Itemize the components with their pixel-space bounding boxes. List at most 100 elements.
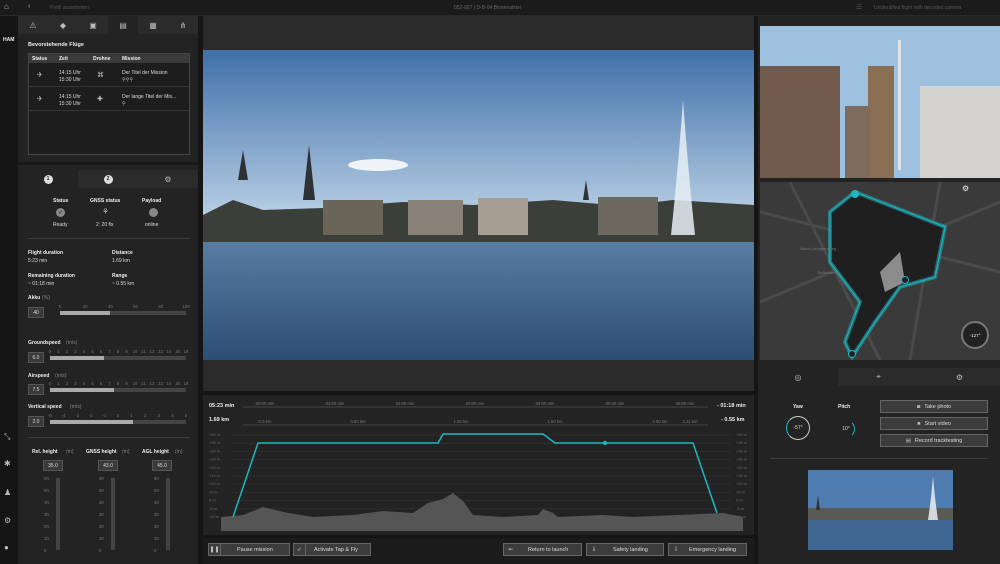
groundspeed-unit: (m/s): [66, 340, 78, 346]
height-tick: 10: [99, 536, 104, 541]
airspeed-fill: [50, 388, 114, 392]
back-arrow-icon[interactable]: ‹: [28, 3, 30, 10]
tick: -3: [75, 413, 80, 418]
tab-settings-icon[interactable]: ⚙: [138, 170, 198, 188]
tick: 4: [82, 349, 86, 354]
tick: 2: [143, 413, 147, 418]
vspeed-fill: [50, 420, 133, 424]
altitude-tick: +40 m: [209, 432, 221, 437]
tick: 3: [74, 381, 77, 386]
altitude-profile-chart[interactable]: 00:00 min 01:00 min 02:00 min 03:00 min 04:0…: [203, 395, 754, 535]
payload-value: online: [145, 222, 159, 228]
yaw-value: -57°: [793, 425, 803, 431]
distance-value: 1.69 km: [112, 258, 130, 264]
record-label: Record tracktesting: [914, 437, 963, 444]
table-header: Status Zeit Drohne Mission: [29, 54, 189, 63]
panel-tabs: ⚠ ◆ ▣ ▤ ▦ ⋔: [18, 16, 198, 34]
altitude-tick: -5 m: [736, 506, 745, 511]
tick: 20: [82, 304, 88, 309]
altitude-tick: +35 m: [736, 440, 748, 445]
return-to-launch-button[interactable]: ⇤ Return to launch: [503, 543, 582, 556]
rtl-label: Return to launch: [528, 546, 569, 553]
akku-value: 40: [28, 307, 44, 318]
sidebar: ⌂ HAM ⤡ ✱ ♟ ⚙ ●: [0, 2, 18, 564]
altitude-tick: +25 m: [209, 457, 221, 462]
pause-mission-button[interactable]: ❚❚ Pause mission: [208, 543, 290, 556]
emergency-landing-button[interactable]: ⇩ Emergency landing: [668, 543, 747, 556]
tab-2[interactable]: 2: [78, 170, 138, 188]
height-tick: 50: [44, 488, 49, 493]
tab-1[interactable]: 1: [18, 170, 78, 188]
pitch-dial[interactable]: 10°: [837, 420, 855, 438]
height-tick: 0: [99, 548, 102, 553]
altitude-tick: +35 m: [209, 440, 221, 445]
map-settings-icon[interactable]: ⚙: [962, 184, 969, 193]
list-icon[interactable]: ☰: [856, 3, 862, 11]
rel-height-value: 35.0: [43, 460, 63, 471]
table-row[interactable]: ✈ 14:15 Uhr 15:30 Uhr ⌘ Der Titel der Mi…: [29, 65, 189, 87]
home-icon[interactable]: ⌂: [4, 2, 9, 11]
breadcrumb[interactable]: Profil ausarbeiten: [50, 5, 89, 11]
take-photo-button[interactable]: ◙ Take photo: [880, 400, 988, 413]
altitude-tick: 0 m: [736, 498, 743, 503]
bug-icon[interactable]: ✱: [4, 459, 11, 468]
tick: 40: [108, 304, 113, 309]
terrain-profile: [221, 493, 743, 531]
groundspeed-label: Groundspeed: [28, 340, 61, 346]
tab-crosshair-icon[interactable]: ⌖: [838, 368, 919, 386]
record-button[interactable]: ▤ Record tracktesting: [880, 434, 988, 447]
altitude-tick: +10 m: [209, 481, 221, 486]
page-title: 052-007 | D-B-04 Binnenalster: [454, 5, 522, 11]
gnss-value: 2: 20 fix: [96, 222, 114, 228]
altitude-tick: +15 m: [736, 473, 748, 478]
time-axis: 00:00 min 01:00 min 02:00 min 03:00 min 04:0…: [243, 401, 708, 408]
tab-vr-icon[interactable]: ◎: [758, 368, 838, 386]
airspeed-bar: [50, 388, 186, 392]
tab-group-icon[interactable]: ◆: [48, 16, 78, 34]
tick: 5: [184, 413, 188, 418]
secondary-camera-feed[interactable]: [760, 26, 1000, 178]
gear-icon[interactable]: ⚙: [4, 516, 11, 525]
height-gauge-bar: [56, 478, 60, 550]
tick: 13: [158, 381, 163, 386]
start-video-button[interactable]: ■ Start video: [880, 417, 988, 430]
distance-label: Distance: [112, 250, 133, 256]
distance-tick: 0.0 km: [259, 419, 272, 424]
distance-tick: 0.50 km: [350, 419, 366, 424]
yaw-dial[interactable]: -57°: [786, 416, 810, 440]
home-map-marker: [901, 276, 909, 284]
tap-fly-button[interactable]: ➶ Activate Tap & Fly: [293, 543, 371, 556]
tab-share-icon[interactable]: ⋔: [168, 16, 198, 34]
tab-chat-icon[interactable]: ▣: [78, 16, 108, 34]
height-tick: 30: [44, 512, 49, 517]
altitude-tick: -5 m: [209, 506, 218, 511]
tick: 80: [158, 304, 164, 309]
tick: 1: [130, 413, 133, 418]
time-tick: 04:00 min: [536, 401, 555, 406]
tick: 0: [48, 349, 52, 354]
tab-film-icon[interactable]: ▦: [138, 16, 168, 34]
tick: 100: [182, 304, 190, 309]
altitude-tick: +10 m: [736, 481, 748, 486]
tab-list-icon[interactable]: ▤: [108, 16, 138, 34]
tick: 11: [141, 381, 146, 386]
tick: -5: [48, 413, 52, 418]
table-row[interactable]: ✈ 14:15 Uhr 15:30 Uhr ✚ Der lange Titel …: [29, 89, 189, 111]
user-icon[interactable]: ●: [4, 543, 9, 552]
row-time-start: 14:15 Uhr: [59, 94, 81, 100]
safety-landing-button[interactable]: ⇓ Safety landing: [586, 543, 664, 556]
cursor-icon: ➶: [294, 544, 306, 555]
tick: 14: [166, 381, 172, 386]
tab-warning-icon[interactable]: ⚠: [18, 16, 48, 34]
resize-icon[interactable]: ⤡: [4, 432, 10, 442]
row-time-end: 15:30 Uhr: [59, 101, 81, 107]
height-tick: 20: [44, 524, 49, 529]
bell-icon[interactable]: ♟: [4, 488, 11, 497]
live-video-feed[interactable]: [203, 50, 754, 360]
tab-gear-icon[interactable]: ⚙: [919, 368, 1000, 386]
tick: 9: [125, 381, 128, 386]
altitude-tick: +15 m: [209, 473, 221, 478]
akku-scale: 0 20 40 60 80 100: [59, 304, 190, 310]
current-position-marker: [602, 440, 608, 446]
camera-preview-thumbnail[interactable]: [808, 470, 953, 550]
